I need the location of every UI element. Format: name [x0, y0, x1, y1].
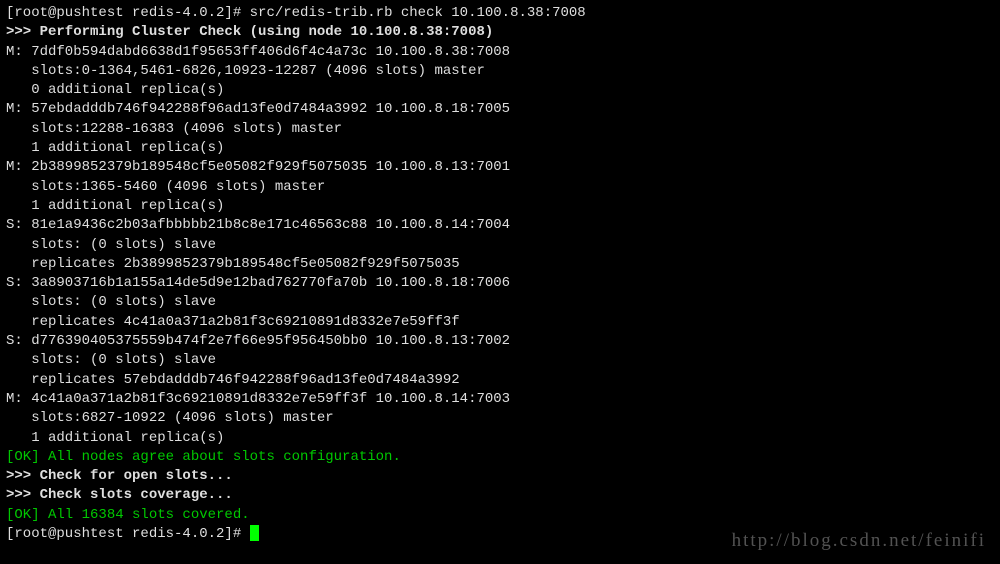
node-line: M: 57ebdadddb746f942288f96ad13fe0d7484a3… [6, 100, 994, 119]
node-line: slots:6827-10922 (4096 slots) master [6, 409, 994, 428]
shell-prompt: [root@pushtest redis-4.0.2]# [6, 5, 250, 21]
node-line: slots: (0 slots) slave [6, 293, 994, 312]
node-line: slots:1365-5460 (4096 slots) master [6, 178, 994, 197]
cluster-check-header: >>> Performing Cluster Check (using node… [6, 23, 994, 42]
watermark-text: http://blog.csdn.net/feinifi [732, 531, 986, 550]
cursor-icon [250, 525, 259, 541]
node-line: S: 81e1a9436c2b03afbbbbb21b8c8e171c46563… [6, 216, 994, 235]
terminal-output[interactable]: [root@pushtest redis-4.0.2]# src/redis-t… [6, 4, 994, 544]
node-line: S: d776390405375559b474f2e7f66e95f956450… [6, 332, 994, 351]
node-line: 1 additional replica(s) [6, 197, 994, 216]
check-slots-coverage: >>> Check slots coverage... [6, 486, 994, 505]
entered-command: src/redis-trib.rb check 10.100.8.38:7008 [250, 5, 586, 21]
node-line: slots:0-1364,5461-6826,10923-12287 (4096… [6, 62, 994, 81]
node-line: replicates 57ebdadddb746f942288f96ad13fe… [6, 371, 994, 390]
node-line: replicates 2b3899852379b189548cf5e05082f… [6, 255, 994, 274]
node-line: slots: (0 slots) slave [6, 351, 994, 370]
node-line: slots:12288-16383 (4096 slots) master [6, 120, 994, 139]
node-line: 0 additional replica(s) [6, 81, 994, 100]
command-line: [root@pushtest redis-4.0.2]# src/redis-t… [6, 4, 994, 23]
check-open-slots: >>> Check for open slots... [6, 467, 994, 486]
node-line: M: 2b3899852379b189548cf5e05082f929f5075… [6, 158, 994, 177]
ok-status: [OK] All nodes agree about slots configu… [6, 448, 994, 467]
node-line: 1 additional replica(s) [6, 139, 994, 158]
ok-status: [OK] All 16384 slots covered. [6, 506, 994, 525]
node-line: replicates 4c41a0a371a2b81f3c69210891d83… [6, 313, 994, 332]
node-line: M: 7ddf0b594dabd6638d1f95653ff406d6f4c4a… [6, 43, 994, 62]
node-line: S: 3a8903716b1a155a14de5d9e12bad762770fa… [6, 274, 994, 293]
node-line: slots: (0 slots) slave [6, 236, 994, 255]
node-line: M: 4c41a0a371a2b81f3c69210891d8332e7e59f… [6, 390, 994, 409]
shell-prompt: [root@pushtest redis-4.0.2]# [6, 526, 250, 542]
node-line: 1 additional replica(s) [6, 429, 994, 448]
